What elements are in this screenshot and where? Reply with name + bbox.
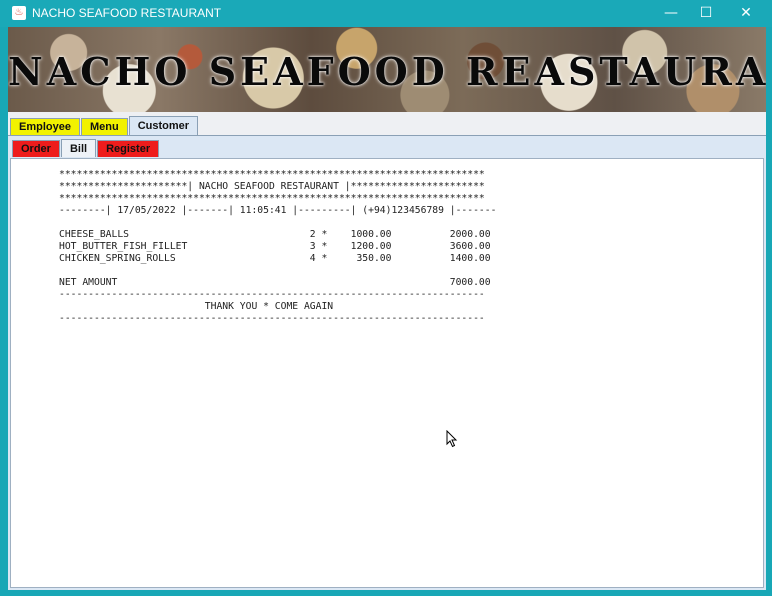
tab-menu[interactable]: Menu bbox=[80, 118, 128, 135]
title-bar: ♨ NACHO SEAFOOD RESTAURANT — ☐ ✕ bbox=[0, 0, 772, 27]
receipt-line: --------| 17/05/2022 |-------| 11:05:41 … bbox=[59, 205, 497, 216]
tab-order[interactable]: Order bbox=[12, 140, 60, 157]
window-title: NACHO SEAFOOD RESTAURANT bbox=[32, 6, 222, 20]
maximize-button[interactable]: ☐ bbox=[686, 0, 726, 27]
receipt-item-row: CHEESE_BALLS 2 * 1000.00 2000.00 bbox=[59, 229, 491, 240]
receipt-line: **********************| NACHO SEAFOOD RE… bbox=[59, 181, 485, 192]
mouse-pointer-icon bbox=[446, 430, 458, 448]
receipt-item-row: CHICKEN_SPRING_ROLLS 4 * 350.00 1400.00 bbox=[59, 253, 491, 264]
banner-title: NACHO SEAFOOD REASTAURANT bbox=[8, 49, 766, 94]
receipt-line: ****************************************… bbox=[59, 193, 485, 204]
close-button[interactable]: ✕ bbox=[726, 0, 766, 27]
receipt-footer: THANK YOU * COME AGAIN bbox=[59, 301, 334, 312]
receipt-text: ****************************************… bbox=[59, 169, 496, 325]
tab-employee[interactable]: Employee bbox=[10, 118, 80, 135]
main-content: Employee Menu Customer Order Bill Regist… bbox=[8, 112, 766, 590]
tab-customer[interactable]: Customer bbox=[128, 116, 199, 135]
receipt-line: ****************************************… bbox=[59, 169, 485, 180]
java-cup-icon: ♨ bbox=[12, 6, 26, 20]
tab-bill[interactable]: Bill bbox=[60, 139, 97, 157]
receipt-line: ----------------------------------------… bbox=[59, 313, 485, 324]
bill-text-area[interactable]: ****************************************… bbox=[10, 158, 764, 588]
tab-register[interactable]: Register bbox=[97, 140, 160, 157]
customer-subtabs: Order Bill Register bbox=[12, 139, 160, 157]
minimize-button[interactable]: — bbox=[651, 0, 691, 27]
header-banner: NACHO SEAFOOD REASTAURANT bbox=[8, 27, 766, 112]
app-window: ♨ NACHO SEAFOOD RESTAURANT — ☐ ✕ NACHO S… bbox=[0, 0, 772, 596]
main-tabs: Employee Menu Customer bbox=[10, 116, 199, 136]
receipt-net-amount: NET AMOUNT 7000.00 bbox=[59, 277, 491, 288]
receipt-line: ----------------------------------------… bbox=[59, 289, 485, 300]
receipt-item-row: HOT_BUTTER_FISH_FILLET 3 * 1200.00 3600.… bbox=[59, 241, 491, 252]
customer-panel: Order Bill Register ********************… bbox=[8, 136, 766, 590]
